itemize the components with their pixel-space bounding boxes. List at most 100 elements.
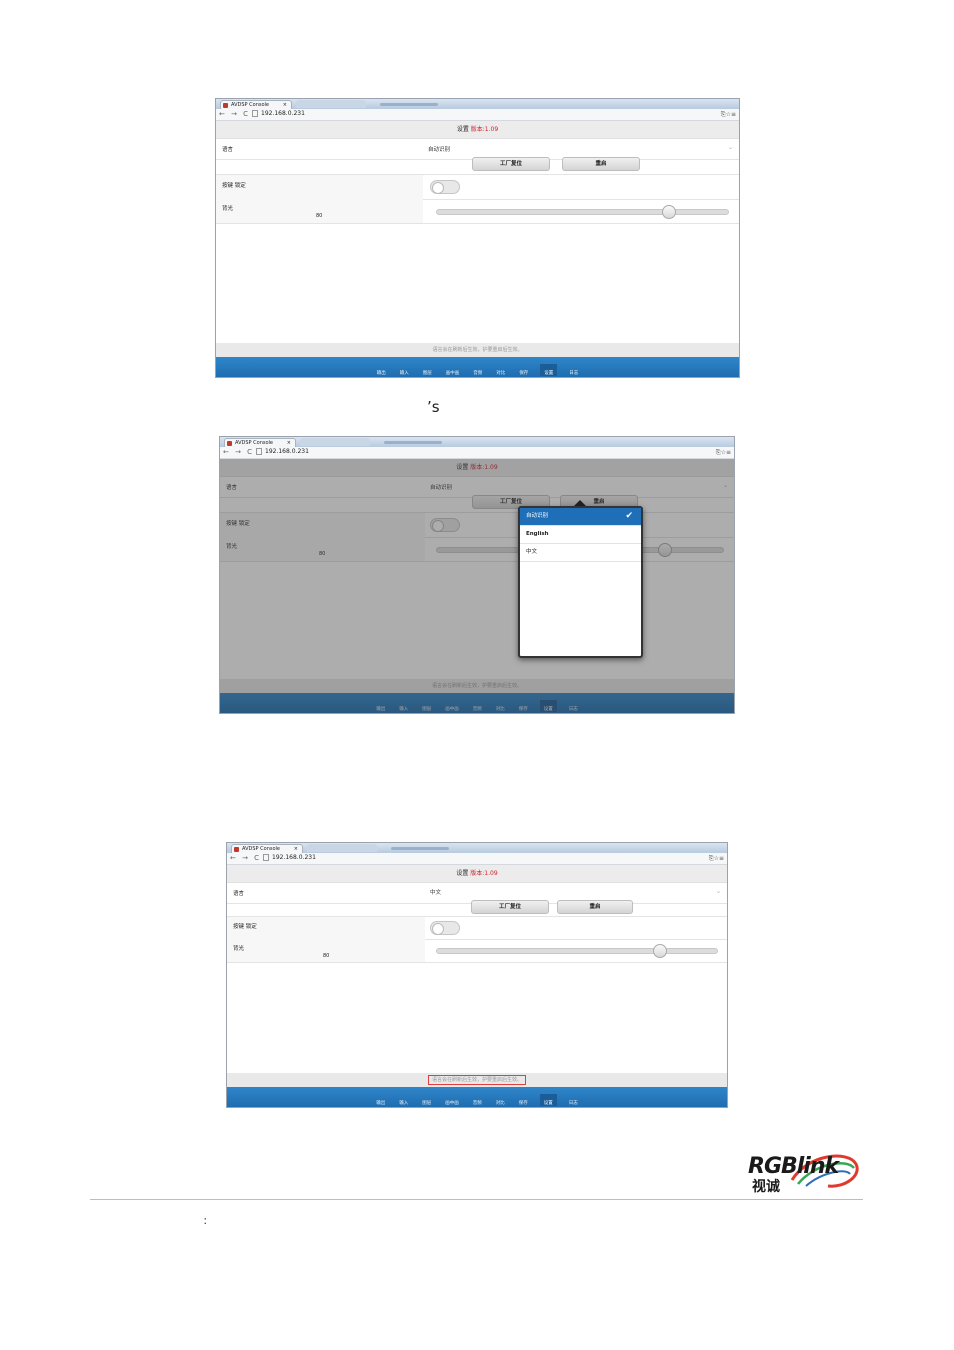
nav-buttons[interactable]: ← → C: [230, 854, 261, 863]
nav-layer[interactable]: 图层: [421, 370, 434, 376]
url-text: 192.168.0.231: [265, 448, 309, 455]
nav-audio[interactable]: 音频: [471, 370, 484, 376]
tab-title: AVDSP Console: [235, 440, 273, 446]
page-title: 设置 版本:1.09: [227, 865, 727, 883]
key-lock-label: 按键 锁定: [233, 924, 257, 930]
browser-titlebar: AVDSP Console ×: [220, 437, 734, 453]
backlight-slider[interactable]: [436, 209, 729, 215]
url-field[interactable]: 192.168.0.231: [263, 854, 701, 862]
restart-button[interactable]: 重启: [562, 157, 640, 171]
nav-buttons[interactable]: ← → C: [219, 110, 250, 119]
backlight-value: 80: [316, 213, 323, 219]
nav-contrast[interactable]: 对比: [494, 1100, 507, 1106]
address-bar: ← → C 192.168.0.231 ⎘☆≡: [220, 447, 734, 459]
browser-tab-background[interactable]: [300, 438, 442, 446]
key-lock-label: 按键 锁定: [222, 183, 246, 189]
language-label: 语言: [222, 147, 234, 153]
tab-title: AVDSP Console: [231, 102, 269, 108]
browser-titlebar: AVDSP Console ×: [227, 843, 727, 859]
nav-output[interactable]: 输出: [375, 370, 388, 376]
url-field[interactable]: 192.168.0.231: [252, 110, 713, 118]
settings-app: 设置 版本:1.09 语言 中文 ⌄ 工厂复位 重启 按键 锁定 背光 80 语…: [227, 865, 727, 1107]
browser-tab-background[interactable]: [307, 844, 449, 852]
nav-buttons[interactable]: ← → C: [223, 448, 254, 457]
bottom-nav: 输出 输入 图层 画中画 音频 对比 保存 设置日志: [216, 357, 739, 377]
footer-hint: 语言会在刷新后生效，护要重启后生效。: [227, 1073, 727, 1087]
backlight-slider-thumb[interactable]: [662, 205, 676, 219]
nav-output[interactable]: 输出: [374, 1100, 387, 1106]
backlight-slider[interactable]: [436, 948, 718, 954]
backlight-value: 80: [323, 953, 330, 959]
factory-reset-button[interactable]: 工厂复位: [471, 900, 549, 914]
nav-save[interactable]: 保存: [517, 1100, 530, 1106]
address-bar: ← → C 192.168.0.231 ⎘☆≡: [216, 109, 739, 121]
caption-apostrophe: ’s: [427, 398, 440, 416]
nav-input[interactable]: 输入: [397, 1100, 410, 1106]
address-bar: ← → C 192.168.0.231 ⎘☆≡: [227, 853, 727, 865]
browser-tab[interactable]: AVDSP Console ×: [220, 100, 292, 109]
backlight-row: 背光 80: [216, 199, 739, 224]
footer-divider: [90, 1199, 863, 1200]
favicon-icon: [227, 441, 232, 446]
nav-layer[interactable]: 图层: [420, 1100, 433, 1106]
chevron-down-icon: ⌄: [715, 888, 721, 895]
language-select[interactable]: 中文: [430, 888, 441, 896]
url-text: 192.168.0.231: [261, 110, 305, 117]
window-controls: [684, 844, 724, 859]
version-label: 版本:1.09: [470, 126, 499, 133]
nav-audio[interactable]: 音频: [471, 1100, 484, 1106]
favicon-icon: [223, 103, 228, 108]
footer-hint: 语言会在刷新后生效，护要重启后生效。: [216, 343, 739, 357]
restart-button[interactable]: 重启: [557, 900, 633, 914]
page-icon: [256, 448, 262, 455]
nav-log[interactable]: 日志: [567, 1100, 580, 1106]
nav-input[interactable]: 输入: [398, 370, 411, 376]
key-lock-toggle[interactable]: [430, 921, 460, 935]
nav-pip[interactable]: 画中画: [443, 1100, 461, 1106]
logo-brand-cn: 视诚: [752, 1179, 780, 1195]
nav-settings[interactable]: 设置: [539, 1094, 557, 1106]
backlight-label: 背光: [233, 946, 245, 952]
window-controls: [691, 438, 731, 453]
favicon-icon: [234, 847, 239, 852]
bottom-nav: 输出 输入 图层 画中画 音频 对比 保存 设置日志: [227, 1087, 727, 1107]
footer-colon: ：: [203, 1217, 213, 1227]
nav-settings[interactable]: 设置: [540, 364, 558, 376]
key-lock-row: 按键 锁定: [227, 916, 727, 940]
screenshot-1: AVDSP Console × ← → C 192.168.0.231 ⎘☆≡ …: [215, 98, 740, 378]
language-popup: 自动识别 ✔ English 中文: [518, 506, 643, 658]
browser-tab[interactable]: AVDSP Console ×: [224, 438, 296, 447]
factory-reset-button[interactable]: 工厂复位: [472, 157, 550, 171]
url-text: 192.168.0.231: [272, 854, 316, 861]
page-title: 设置 版本:1.09: [216, 121, 739, 139]
language-select[interactable]: 自动识别: [428, 145, 450, 153]
chevron-down-icon: ⌄: [727, 144, 733, 151]
checkmark-icon: ✔: [625, 511, 633, 521]
language-option-chinese[interactable]: 中文: [520, 544, 641, 562]
nav-log[interactable]: 日志: [567, 370, 580, 376]
key-lock-row: 按键 锁定: [216, 174, 739, 200]
language-option-english[interactable]: English: [520, 526, 641, 544]
screenshot-2: AVDSP Console × ← → C 192.168.0.231 ⎘☆≡ …: [219, 436, 735, 714]
nav-save[interactable]: 保存: [517, 370, 530, 376]
browser-tools[interactable]: ⎘☆≡: [709, 854, 724, 863]
tab-title: AVDSP Console: [242, 846, 280, 852]
browser-tools[interactable]: ⎘☆≡: [716, 448, 731, 457]
rgblink-logo: RGBlink 视诚: [748, 1154, 859, 1198]
nav-contrast[interactable]: 对比: [494, 370, 507, 376]
backlight-label: 背光: [222, 206, 234, 212]
nav-pip[interactable]: 画中画: [444, 370, 462, 376]
key-lock-toggle[interactable]: [430, 180, 460, 194]
modal-overlay[interactable]: [220, 459, 734, 713]
browser-tab-background[interactable]: [296, 100, 438, 108]
browser-tab[interactable]: AVDSP Console ×: [231, 844, 303, 853]
backlight-slider-thumb[interactable]: [653, 944, 667, 958]
url-field[interactable]: 192.168.0.231: [256, 448, 708, 456]
window-controls: [696, 100, 736, 115]
screenshot-3: AVDSP Console × ← → C 192.168.0.231 ⎘☆≡ …: [226, 842, 728, 1108]
language-label: 语言: [233, 891, 245, 897]
language-option-auto[interactable]: 自动识别 ✔: [520, 508, 641, 526]
version-label: 版本:1.09: [470, 870, 498, 877]
page-icon: [252, 110, 258, 117]
browser-tools[interactable]: ⎘☆≡: [721, 110, 736, 119]
